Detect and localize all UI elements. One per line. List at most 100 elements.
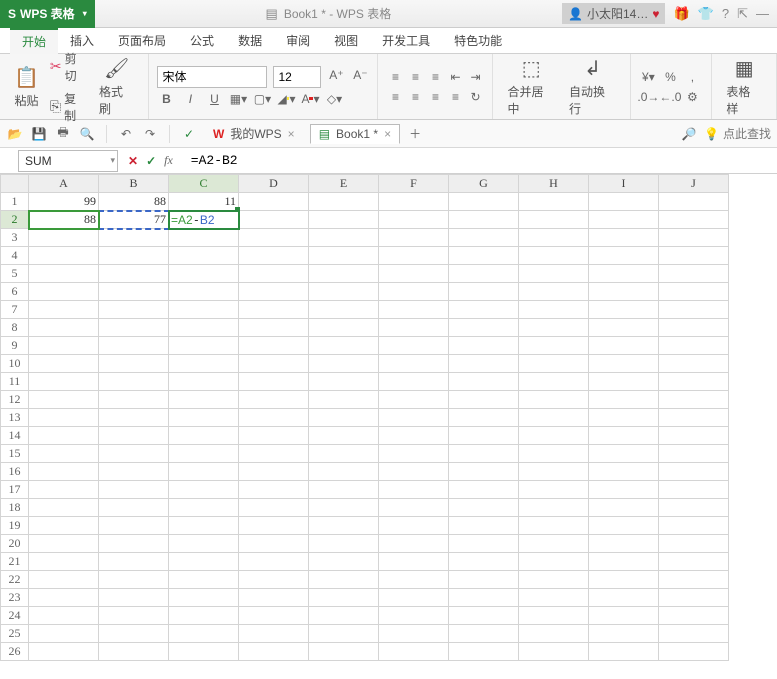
cell-G17[interactable] bbox=[449, 481, 519, 499]
cell-I3[interactable] bbox=[589, 229, 659, 247]
cell-F17[interactable] bbox=[379, 481, 449, 499]
cell-E9[interactable] bbox=[309, 337, 379, 355]
align-top-button[interactable]: ≡ bbox=[386, 68, 404, 86]
cell-C26[interactable] bbox=[169, 643, 239, 661]
row-header-18[interactable]: 18 bbox=[1, 499, 29, 517]
cell-D24[interactable] bbox=[239, 607, 309, 625]
cell-I26[interactable] bbox=[589, 643, 659, 661]
cell-H4[interactable] bbox=[519, 247, 589, 265]
phonetic-button[interactable]: ◇▾ bbox=[325, 90, 343, 108]
cell-J20[interactable] bbox=[659, 535, 729, 553]
cell-J22[interactable] bbox=[659, 571, 729, 589]
cell-H19[interactable] bbox=[519, 517, 589, 535]
cell-D4[interactable] bbox=[239, 247, 309, 265]
cell-F23[interactable] bbox=[379, 589, 449, 607]
cell-G16[interactable] bbox=[449, 463, 519, 481]
row-header-26[interactable]: 26 bbox=[1, 643, 29, 661]
cell-I13[interactable] bbox=[589, 409, 659, 427]
cell-I4[interactable] bbox=[589, 247, 659, 265]
cell-B18[interactable] bbox=[99, 499, 169, 517]
cell-A8[interactable] bbox=[29, 319, 99, 337]
cell-B3[interactable] bbox=[99, 229, 169, 247]
open-icon[interactable]: 📂 bbox=[6, 125, 24, 143]
cell-D19[interactable] bbox=[239, 517, 309, 535]
font-name-select[interactable] bbox=[157, 66, 267, 88]
cell-G9[interactable] bbox=[449, 337, 519, 355]
cell-D1[interactable] bbox=[239, 193, 309, 211]
border-button[interactable]: ▦▾ bbox=[229, 90, 247, 108]
cell-I19[interactable] bbox=[589, 517, 659, 535]
indent-decrease-button[interactable]: ⇤ bbox=[446, 68, 464, 86]
cell-B22[interactable] bbox=[99, 571, 169, 589]
row-header-17[interactable]: 17 bbox=[1, 481, 29, 499]
formula-input[interactable] bbox=[183, 150, 777, 172]
row-header-4[interactable]: 4 bbox=[1, 247, 29, 265]
cell-B14[interactable] bbox=[99, 427, 169, 445]
cell-G7[interactable] bbox=[449, 301, 519, 319]
row-header-6[interactable]: 6 bbox=[1, 283, 29, 301]
cell-H6[interactable] bbox=[519, 283, 589, 301]
minimize-icon[interactable]: — bbox=[756, 6, 769, 21]
font-size-select[interactable] bbox=[273, 66, 321, 88]
indent-increase-button[interactable]: ⇥ bbox=[466, 68, 484, 86]
cell-G18[interactable] bbox=[449, 499, 519, 517]
cell-J13[interactable] bbox=[659, 409, 729, 427]
cell-A25[interactable] bbox=[29, 625, 99, 643]
cell-H26[interactable] bbox=[519, 643, 589, 661]
cell-C9[interactable] bbox=[169, 337, 239, 355]
cell-D26[interactable] bbox=[239, 643, 309, 661]
cell-A20[interactable] bbox=[29, 535, 99, 553]
cell-I2[interactable] bbox=[589, 211, 659, 229]
cell-E18[interactable] bbox=[309, 499, 379, 517]
cell-A1[interactable]: 99 bbox=[29, 193, 99, 211]
cell-G1[interactable] bbox=[449, 193, 519, 211]
user-badge[interactable]: 👤 小太阳14… ♥ bbox=[562, 3, 665, 24]
cell-H22[interactable] bbox=[519, 571, 589, 589]
currency-button[interactable]: ¥▾ bbox=[639, 68, 657, 86]
cell-F9[interactable] bbox=[379, 337, 449, 355]
cell-H14[interactable] bbox=[519, 427, 589, 445]
cell-B12[interactable] bbox=[99, 391, 169, 409]
cell-D20[interactable] bbox=[239, 535, 309, 553]
cell-J19[interactable] bbox=[659, 517, 729, 535]
cell-D9[interactable] bbox=[239, 337, 309, 355]
cell-H7[interactable] bbox=[519, 301, 589, 319]
cell-J14[interactable] bbox=[659, 427, 729, 445]
cell-C18[interactable] bbox=[169, 499, 239, 517]
cell-G15[interactable] bbox=[449, 445, 519, 463]
add-tab-button[interactable]: ＋ bbox=[406, 125, 424, 143]
cell-B9[interactable] bbox=[99, 337, 169, 355]
cell-C5[interactable] bbox=[169, 265, 239, 283]
cell-G24[interactable] bbox=[449, 607, 519, 625]
cell-H20[interactable] bbox=[519, 535, 589, 553]
row-header-21[interactable]: 21 bbox=[1, 553, 29, 571]
cell-E14[interactable] bbox=[309, 427, 379, 445]
cell-D25[interactable] bbox=[239, 625, 309, 643]
cell-H13[interactable] bbox=[519, 409, 589, 427]
col-header-H[interactable]: H bbox=[519, 175, 589, 193]
cell-I25[interactable] bbox=[589, 625, 659, 643]
cell-C10[interactable] bbox=[169, 355, 239, 373]
cell-J3[interactable] bbox=[659, 229, 729, 247]
cell-D23[interactable] bbox=[239, 589, 309, 607]
cell-J8[interactable] bbox=[659, 319, 729, 337]
cell-A12[interactable] bbox=[29, 391, 99, 409]
cell-style-button[interactable]: ▢▾ bbox=[253, 90, 271, 108]
wps-home-tab[interactable]: W 我的WPS × bbox=[204, 122, 304, 145]
cell-F7[interactable] bbox=[379, 301, 449, 319]
cell-J16[interactable] bbox=[659, 463, 729, 481]
cell-J23[interactable] bbox=[659, 589, 729, 607]
cell-I16[interactable] bbox=[589, 463, 659, 481]
row-header-16[interactable]: 16 bbox=[1, 463, 29, 481]
shirt-icon[interactable]: 👕 bbox=[698, 6, 714, 22]
cell-G5[interactable] bbox=[449, 265, 519, 283]
cell-D10[interactable] bbox=[239, 355, 309, 373]
cell-C24[interactable] bbox=[169, 607, 239, 625]
cell-C17[interactable] bbox=[169, 481, 239, 499]
accept-formula-button[interactable]: ✓ bbox=[146, 154, 156, 168]
cell-J4[interactable] bbox=[659, 247, 729, 265]
search-hint[interactable]: 💡 点此查找 bbox=[704, 125, 771, 142]
row-header-13[interactable]: 13 bbox=[1, 409, 29, 427]
cell-J25[interactable] bbox=[659, 625, 729, 643]
cell-E20[interactable] bbox=[309, 535, 379, 553]
